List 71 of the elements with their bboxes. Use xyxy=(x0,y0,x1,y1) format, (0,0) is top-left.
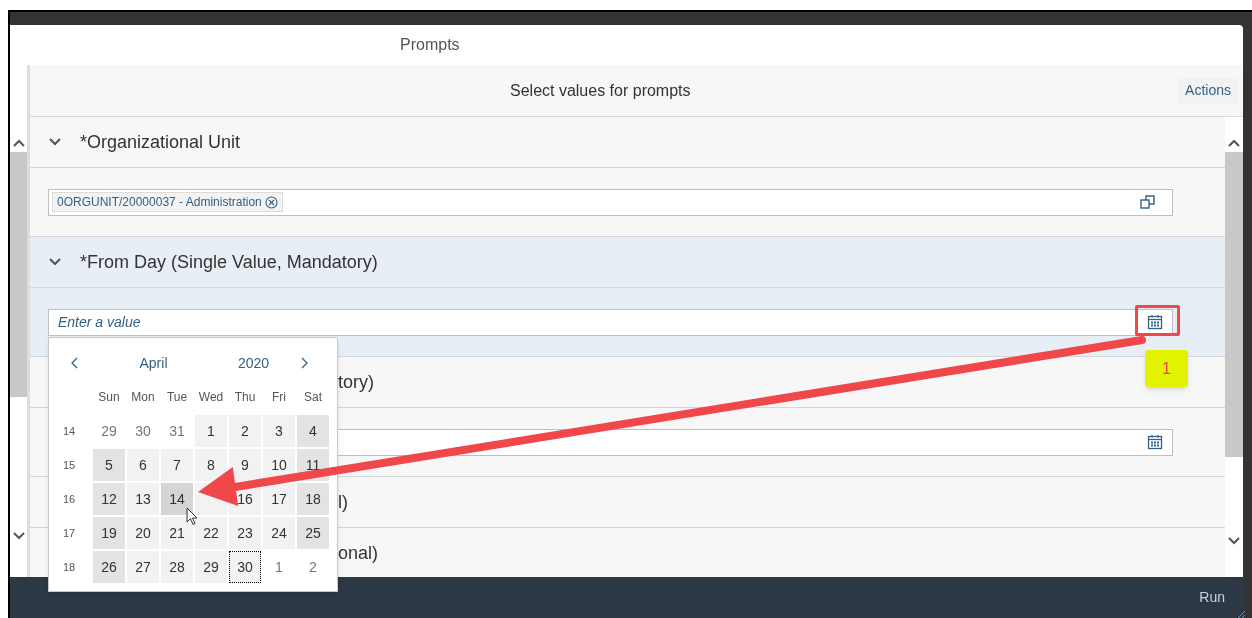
weekday-label: Sat xyxy=(303,389,323,406)
weekday-label: Mon xyxy=(130,389,156,406)
calendar-day[interactable]: 18 xyxy=(297,483,329,515)
chevron-down-icon[interactable] xyxy=(48,138,61,146)
scrollbar-thumb[interactable] xyxy=(1225,152,1243,457)
mouse-pointer-icon xyxy=(186,507,198,526)
month-button[interactable]: April xyxy=(101,352,206,374)
calendar-day[interactable]: 1 xyxy=(195,415,227,447)
prompt-label[interactable]: tory) xyxy=(338,368,374,396)
calendar-day[interactable]: 2 xyxy=(229,415,261,447)
weekday-label: Wed xyxy=(197,389,225,406)
calendar-day[interactable]: 27 xyxy=(127,551,159,583)
weekday-label: Fri xyxy=(271,389,287,406)
calendar-icon[interactable] xyxy=(1147,433,1163,450)
resize-grip-icon[interactable] xyxy=(1237,610,1245,618)
calendar-day[interactable]: 19 xyxy=(93,517,125,549)
calendar-day[interactable]: 13 xyxy=(127,483,159,515)
week-number: 18 xyxy=(62,559,77,575)
calendar-day[interactable]: 6 xyxy=(127,449,159,481)
calendar-day[interactable]: 8 xyxy=(195,449,227,481)
week-number: 15 xyxy=(62,457,77,473)
chevron-up-icon[interactable] xyxy=(1228,139,1240,147)
weekday-label: Sun xyxy=(97,389,121,406)
calendar-day[interactable]: 25 xyxy=(297,517,329,549)
highlight-frame xyxy=(1135,304,1180,336)
week-number: 17 xyxy=(62,525,77,541)
chevron-down-icon[interactable] xyxy=(48,258,61,266)
calendar-day[interactable]: 12 xyxy=(93,483,125,515)
weekday-label: Tue xyxy=(165,389,189,406)
dialog-title: Prompts xyxy=(400,35,460,55)
calendar-day[interactable]: 20 xyxy=(127,517,159,549)
calendar-day[interactable]: 5 xyxy=(93,449,125,481)
chevron-down-icon[interactable] xyxy=(1228,537,1240,545)
calendar-day[interactable]: 28 xyxy=(161,551,193,583)
calendar-day[interactable]: 3 xyxy=(263,415,295,447)
step-badge: 1 xyxy=(1145,350,1188,387)
prompt-label[interactable]: l) xyxy=(338,488,348,516)
subtitle: Select values for prompts xyxy=(510,80,691,101)
calendar-day[interactable]: 26 xyxy=(93,551,125,583)
token-label: 0ORGUNIT/20000037 - Administration xyxy=(57,194,262,211)
calendar-day[interactable]: 4 xyxy=(297,415,329,447)
calendar-day[interactable]: 24 xyxy=(263,517,295,549)
scrollbar-thumb[interactable] xyxy=(10,152,27,397)
calendar-day[interactable]: 29 xyxy=(195,551,227,583)
calendar-icon[interactable] xyxy=(1147,313,1163,330)
calendar-day[interactable]: 30 xyxy=(229,551,261,583)
calendar-day[interactable]: 22 xyxy=(195,517,227,549)
week-number: 14 xyxy=(62,423,77,439)
chevron-right-icon[interactable] xyxy=(301,357,308,369)
calendar-day[interactable]: 14 xyxy=(161,483,193,515)
token-field[interactable]: 0ORGUNIT/20000037 - Administration xyxy=(48,188,1173,216)
chevron-left-icon[interactable] xyxy=(71,357,78,369)
actions-button[interactable]: Actions xyxy=(1178,77,1238,104)
calendar-day[interactable]: 7 xyxy=(161,449,193,481)
chevron-up-icon[interactable] xyxy=(12,139,25,147)
weekday-label: Thu xyxy=(233,389,257,406)
prompt-label[interactable]: *Organizational Unit xyxy=(80,128,241,156)
value-token[interactable]: 0ORGUNIT/20000037 - Administration xyxy=(52,192,283,212)
calendar-day[interactable]: 21 xyxy=(161,517,193,549)
calendar-day[interactable]: 23 xyxy=(229,517,261,549)
run-button[interactable]: Run xyxy=(1199,587,1225,608)
remove-icon[interactable] xyxy=(264,195,278,209)
calendar-day[interactable]: 17 xyxy=(263,483,295,515)
year-button[interactable]: 2020 xyxy=(206,352,301,374)
value-help-icon[interactable] xyxy=(1140,194,1156,210)
week-number: 16 xyxy=(62,491,77,507)
chevron-down-icon[interactable] xyxy=(12,532,25,540)
prompt-label[interactable]: onal) xyxy=(338,539,379,567)
date-field[interactable]: Enter a value xyxy=(48,308,1173,336)
calendar-day[interactable]: 9 xyxy=(229,449,261,481)
prompt-label[interactable]: *From Day (Single Value, Mandatory) xyxy=(80,248,378,276)
